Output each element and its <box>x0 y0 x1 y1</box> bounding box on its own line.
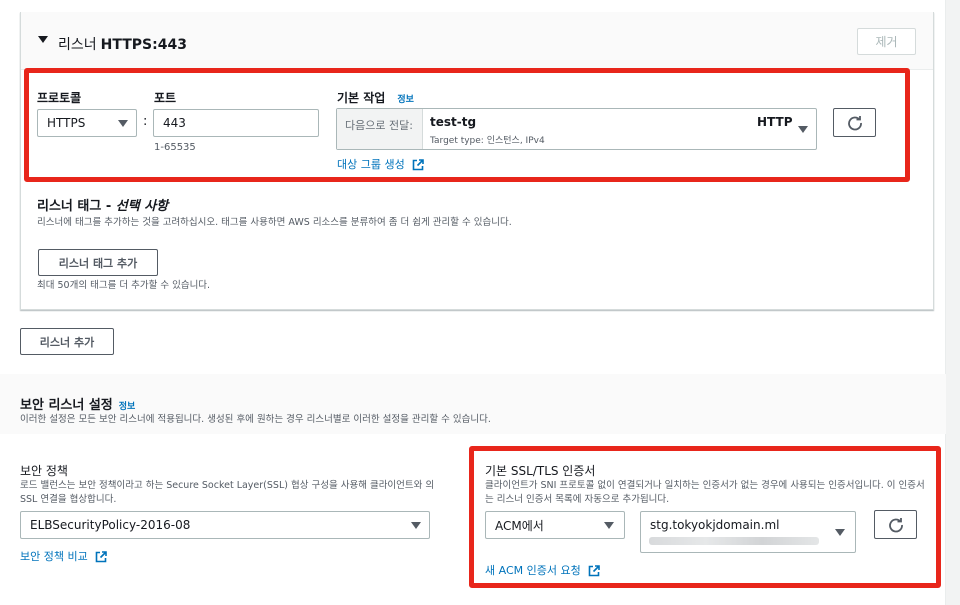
listener-header[interactable]: 리스너 HTTPS:443 제거 <box>21 12 933 70</box>
security-title: 보안 리스너 설정 정보 <box>20 394 135 413</box>
security-desc: 이러한 설정은 모든 보안 리스너에 적용됩니다. 생성된 후에 원하는 경우 … <box>20 414 491 425</box>
listener-tags-hint: 최대 50개의 태그를 더 추가할 수 있습니다. <box>37 280 211 291</box>
add-listener-tag-button[interactable]: 리스너 태그 추가 <box>38 249 158 276</box>
caret-down-icon[interactable] <box>38 36 48 43</box>
security-policy-value: ELBSecurityPolicy-2016-08 <box>30 518 191 532</box>
listener-title: 리스너 HTTPS:443 <box>58 34 187 54</box>
external-link-icon <box>95 551 108 563</box>
compare-policies-text: 보안 정책 비교 <box>20 550 88 563</box>
remove-button[interactable]: 제거 <box>857 28 916 55</box>
security-policy-desc: 로드 밸런스는 보안 정책이라고 하는 Secure Socket Layer(… <box>20 480 435 505</box>
highlight-box-certificate <box>469 446 941 588</box>
listener-title-prefix: 리스너 <box>58 37 97 53</box>
security-title-text: 보안 리스너 설정 <box>20 398 113 413</box>
highlight-box-listener <box>24 68 910 182</box>
listener-title-proto: HTTPS:443 <box>100 37 187 53</box>
listener-tags-title: 리스너 태그 - 선택 사항 <box>37 195 168 214</box>
security-info-link[interactable]: 정보 <box>119 402 136 412</box>
security-policy-select[interactable]: ELBSecurityPolicy-2016-08 <box>20 511 430 539</box>
security-policy-label: 보안 정책 <box>20 464 68 478</box>
add-listener-button[interactable]: 리스너 추가 <box>20 328 114 355</box>
caret-down-icon <box>411 522 421 529</box>
listener-tags-desc: 리스너에 태그를 추가하는 것을 고려하십시오. 태그를 사용하면 AWS 리소… <box>37 217 512 228</box>
listener-tags-optional: 선택 사항 <box>115 199 169 214</box>
compare-policies-link[interactable]: 보안 정책 비교 <box>20 548 108 564</box>
listener-tags-title-text: 리스너 태그 - <box>37 199 116 214</box>
